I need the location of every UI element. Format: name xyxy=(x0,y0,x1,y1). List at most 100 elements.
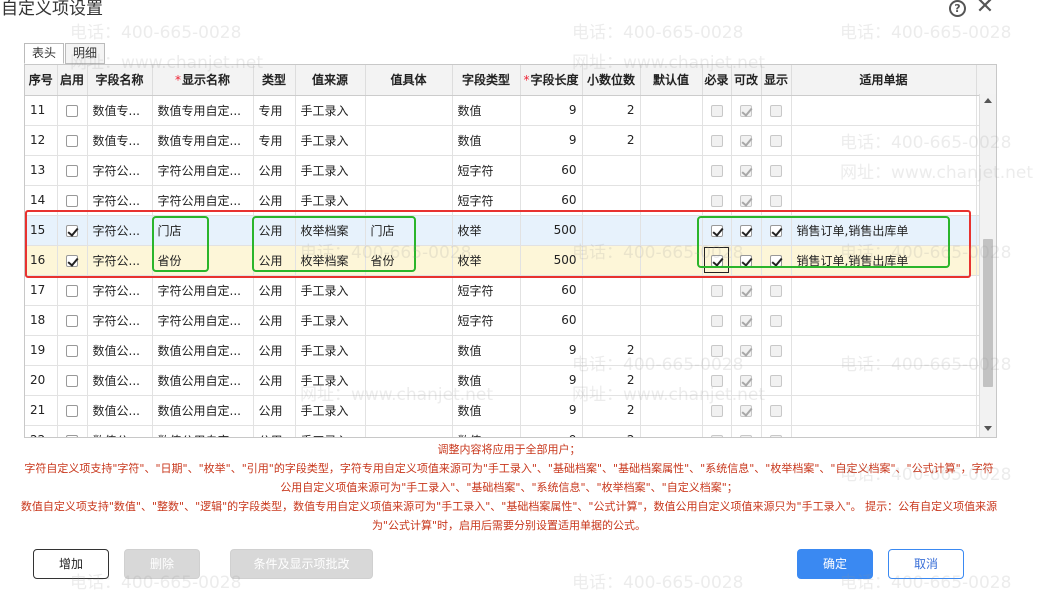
table-row[interactable]: 19 数值公... 数值公用自定... 公用 手工录入 数值 9 2 xyxy=(25,335,996,366)
cell-value-entity[interactable] xyxy=(365,305,453,336)
cell-decimals[interactable]: 2 xyxy=(582,335,641,366)
col-header-required[interactable]: 必录 xyxy=(702,65,732,96)
cell-field-length[interactable]: 9 xyxy=(520,95,583,126)
cell-required[interactable] xyxy=(702,275,732,306)
cell-field-length[interactable]: 60 xyxy=(520,275,583,306)
required-checkbox[interactable] xyxy=(710,104,723,117)
cell-editable[interactable] xyxy=(731,365,762,396)
col-header-value-entity[interactable]: 值具体 xyxy=(365,65,453,96)
cell-visible[interactable] xyxy=(761,395,792,426)
cell-type[interactable]: 公用 xyxy=(253,155,296,186)
ok-button[interactable]: 确定 xyxy=(797,549,873,579)
cell-enabled[interactable] xyxy=(57,275,88,306)
enabled-checkbox[interactable] xyxy=(66,104,78,117)
enabled-checkbox[interactable] xyxy=(66,434,78,437)
cell-visible[interactable] xyxy=(761,215,792,246)
cell-type[interactable]: 公用 xyxy=(253,365,296,396)
cell-field-length[interactable]: 9 xyxy=(520,365,583,396)
visible-checkbox[interactable] xyxy=(770,404,782,417)
table-row[interactable]: 12 数值专... 数值专用自定... 专用 手工录入 数值 9 2 xyxy=(25,125,996,156)
delete-button[interactable]: 删除 xyxy=(124,549,200,579)
cell-visible[interactable] xyxy=(761,305,792,336)
cell-field-type[interactable]: 数值 xyxy=(452,425,521,437)
cell-field-length[interactable]: 500 xyxy=(520,245,583,276)
table-row[interactable]: 20 数值公... 数值公用自定... 公用 手工录入 数值 9 2 xyxy=(25,365,996,396)
cell-seq[interactable]: 14 xyxy=(25,185,58,216)
cell-field-name[interactable]: 字符公... xyxy=(87,245,153,276)
cell-field-length[interactable]: 9 xyxy=(520,395,583,426)
cell-required[interactable] xyxy=(702,185,732,216)
cell-editable[interactable] xyxy=(731,155,762,186)
required-checkbox[interactable] xyxy=(710,164,723,177)
cell-type[interactable]: 公用 xyxy=(253,395,296,426)
cell-required[interactable] xyxy=(702,245,732,276)
cell-display-name[interactable]: 数值公用自定... xyxy=(152,395,254,426)
cell-value-entity[interactable] xyxy=(365,425,453,437)
cell-field-type[interactable]: 数值 xyxy=(452,365,521,396)
cell-applicable-docs[interactable] xyxy=(791,305,977,336)
col-header-visible[interactable]: 显示 xyxy=(761,65,792,96)
cell-required[interactable] xyxy=(702,335,732,366)
cell-field-name[interactable]: 数值公... xyxy=(87,365,153,396)
cell-value-entity[interactable] xyxy=(365,185,453,216)
col-header-decimals[interactable]: 小数位数 xyxy=(582,65,641,96)
cell-field-type[interactable]: 数值 xyxy=(452,395,521,426)
cell-seq[interactable]: 18 xyxy=(25,305,58,336)
cell-decimals[interactable]: 2 xyxy=(582,425,641,437)
scroll-up-arrow-icon[interactable] xyxy=(984,98,992,103)
cell-enabled[interactable] xyxy=(57,425,88,437)
cell-applicable-docs[interactable] xyxy=(791,425,977,437)
required-checkbox[interactable] xyxy=(710,344,723,357)
cell-visible[interactable] xyxy=(761,335,792,366)
cell-applicable-docs[interactable]: 销售订单,销售出库单 xyxy=(791,215,977,246)
table-row[interactable]: 15 字符公... 门店 公用 枚举档案 门店 枚举 500 销售订单,销售出库单 xyxy=(25,215,996,246)
cell-enabled[interactable] xyxy=(57,395,88,426)
visible-checkbox[interactable] xyxy=(770,344,782,357)
cell-value-source[interactable]: 手工录入 xyxy=(295,155,366,186)
cell-applicable-docs[interactable] xyxy=(791,155,977,186)
col-header-type[interactable]: 类型 xyxy=(253,65,296,96)
cell-field-name[interactable]: 字符公... xyxy=(87,185,153,216)
cell-field-name[interactable]: 数值公... xyxy=(87,425,153,437)
cell-decimals[interactable] xyxy=(582,155,641,186)
cell-default-value[interactable] xyxy=(640,305,703,336)
cell-value-source[interactable]: 枚举档案 xyxy=(295,215,366,246)
cell-value-source[interactable]: 手工录入 xyxy=(295,365,366,396)
cell-value-entity[interactable] xyxy=(365,95,453,126)
cell-required[interactable] xyxy=(702,305,732,336)
cell-field-name[interactable]: 数值专... xyxy=(87,95,153,126)
col-header-enabled[interactable]: 启用 xyxy=(57,65,88,96)
col-header-display-name[interactable]: 显示名称 xyxy=(152,65,254,96)
cell-enabled[interactable] xyxy=(57,125,88,156)
cell-required[interactable] xyxy=(702,155,732,186)
cell-editable[interactable] xyxy=(731,245,762,276)
cell-default-value[interactable] xyxy=(640,425,703,437)
cell-applicable-docs[interactable]: 销售订单,销售出库单 xyxy=(791,245,977,276)
scroll-down-arrow-icon[interactable] xyxy=(984,426,992,431)
visible-checkbox[interactable] xyxy=(770,224,782,237)
cell-field-length[interactable]: 60 xyxy=(520,155,583,186)
editable-checkbox[interactable] xyxy=(740,254,752,267)
table-row[interactable]: 18 字符公... 字符公用自定... 公用 手工录入 短字符 60 xyxy=(25,305,996,336)
visible-checkbox[interactable] xyxy=(770,194,782,207)
cell-enabled[interactable] xyxy=(57,215,88,246)
tab-header[interactable]: 表头 xyxy=(24,43,65,64)
cell-default-value[interactable] xyxy=(640,215,703,246)
cell-required[interactable] xyxy=(702,215,732,246)
cell-type[interactable]: 公用 xyxy=(253,335,296,366)
visible-checkbox[interactable] xyxy=(770,104,782,117)
cell-visible[interactable] xyxy=(761,365,792,396)
cell-field-type[interactable]: 枚举 xyxy=(452,215,521,246)
enabled-checkbox[interactable] xyxy=(66,344,78,357)
cell-type[interactable]: 公用 xyxy=(253,185,296,216)
cell-value-source[interactable]: 手工录入 xyxy=(295,395,366,426)
cell-enabled[interactable] xyxy=(57,245,88,276)
cell-decimals[interactable]: 2 xyxy=(582,395,641,426)
tab-detail[interactable]: 明细 xyxy=(65,43,106,64)
cell-value-entity[interactable] xyxy=(365,365,453,396)
cancel-button[interactable]: 取消 xyxy=(888,549,964,579)
cell-visible[interactable] xyxy=(761,155,792,186)
cell-decimals[interactable]: 2 xyxy=(582,95,641,126)
cell-decimals[interactable] xyxy=(582,275,641,306)
table-row[interactable]: 11 数值专... 数值专用自定... 专用 手工录入 数值 9 2 xyxy=(25,95,996,126)
